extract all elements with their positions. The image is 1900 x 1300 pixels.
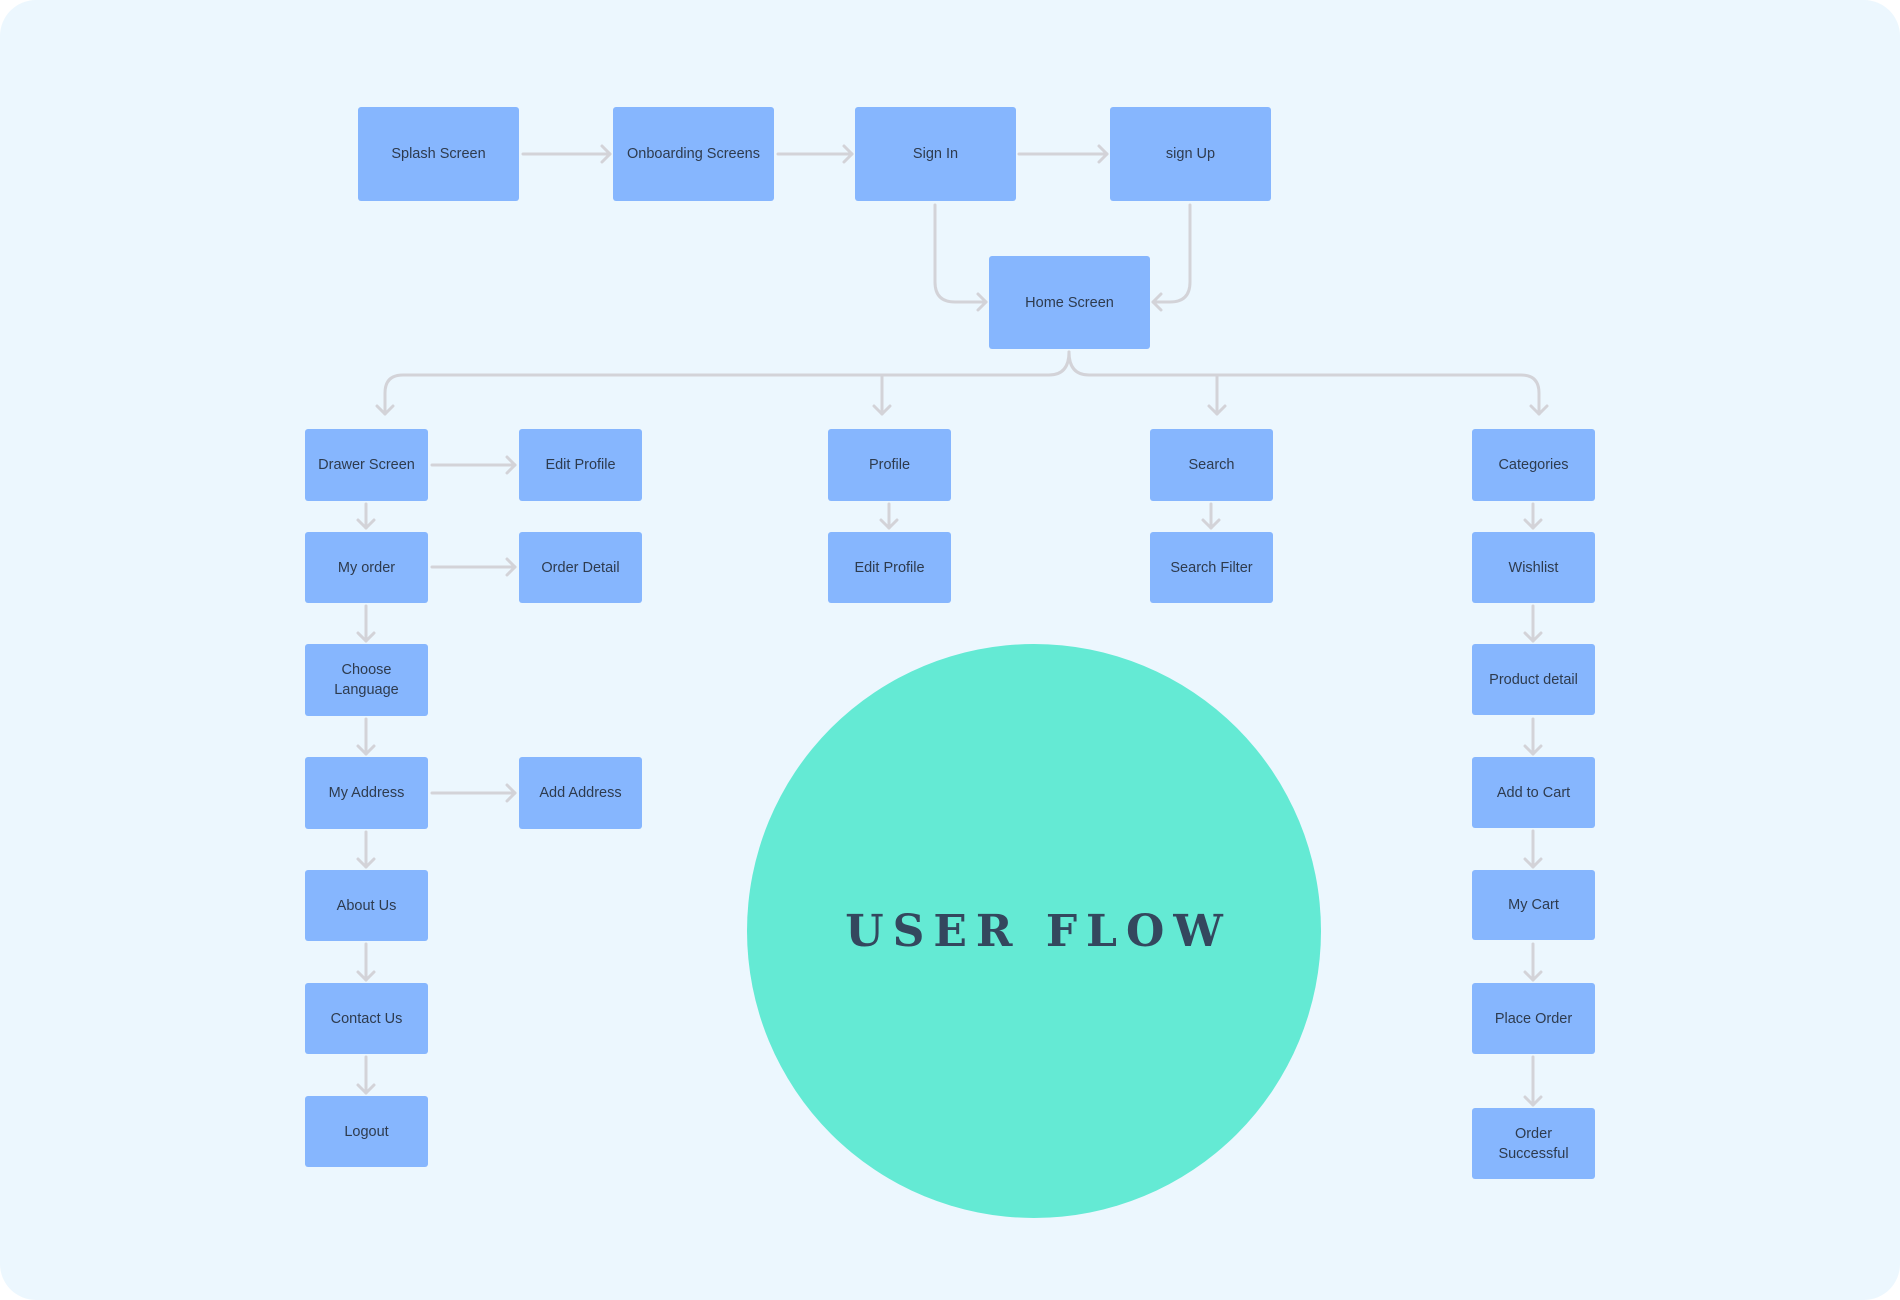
- edge-splash-onboarding: [521, 144, 612, 164]
- edge-signup-home: [1151, 203, 1192, 312]
- edge-drawer-editprofile: [430, 455, 517, 475]
- node-about-us[interactable]: About Us: [305, 870, 428, 941]
- node-choose-language[interactable]: Choose Language: [305, 644, 428, 716]
- node-order-successful[interactable]: Order Successful: [1472, 1108, 1595, 1179]
- edge-signin-home: [933, 203, 988, 312]
- edge-profile-editprofile: [879, 502, 899, 530]
- node-contact-us[interactable]: Contact Us: [305, 983, 428, 1054]
- node-place-order[interactable]: Place Order: [1472, 983, 1595, 1054]
- edge-onboarding-signin: [776, 144, 854, 164]
- edge-myaddress-addaddress: [430, 783, 517, 803]
- node-drawer-screen[interactable]: Drawer Screen: [305, 429, 428, 501]
- node-splash-screen[interactable]: Splash Screen: [358, 107, 519, 201]
- node-drawer-edit-profile[interactable]: Edit Profile: [519, 429, 642, 501]
- node-my-cart[interactable]: My Cart: [1472, 870, 1595, 940]
- node-home-screen[interactable]: Home Screen: [989, 256, 1150, 349]
- title-circle: USER FLOW: [747, 644, 1321, 1218]
- node-onboarding-screens[interactable]: Onboarding Screens: [613, 107, 774, 201]
- node-my-order[interactable]: My order: [305, 532, 428, 603]
- edge-myorder-orderdetail: [430, 557, 517, 577]
- node-add-address[interactable]: Add Address: [519, 757, 642, 829]
- node-search[interactable]: Search: [1150, 429, 1273, 501]
- node-order-detail[interactable]: Order Detail: [519, 532, 642, 603]
- node-search-filter[interactable]: Search Filter: [1150, 532, 1273, 603]
- node-sign-up[interactable]: sign Up: [1110, 107, 1271, 201]
- edge-signin-signup: [1017, 144, 1109, 164]
- edge-home-branch: [375, 350, 1549, 416]
- node-categories[interactable]: Categories: [1472, 429, 1595, 501]
- diagram-title: USER FLOW: [845, 905, 1232, 957]
- node-my-address[interactable]: My Address: [305, 757, 428, 829]
- node-logout[interactable]: Logout: [305, 1096, 428, 1167]
- node-profile[interactable]: Profile: [828, 429, 951, 501]
- node-profile-edit-profile[interactable]: Edit Profile: [828, 532, 951, 603]
- edge-search-filter: [1201, 502, 1221, 530]
- node-product-detail[interactable]: Product detail: [1472, 644, 1595, 715]
- node-wishlist[interactable]: Wishlist: [1472, 532, 1595, 603]
- node-add-to-cart[interactable]: Add to Cart: [1472, 757, 1595, 828]
- diagram-canvas: Splash Screen Onboarding Screens Sign In…: [0, 0, 1900, 1300]
- node-sign-in[interactable]: Sign In: [855, 107, 1016, 201]
